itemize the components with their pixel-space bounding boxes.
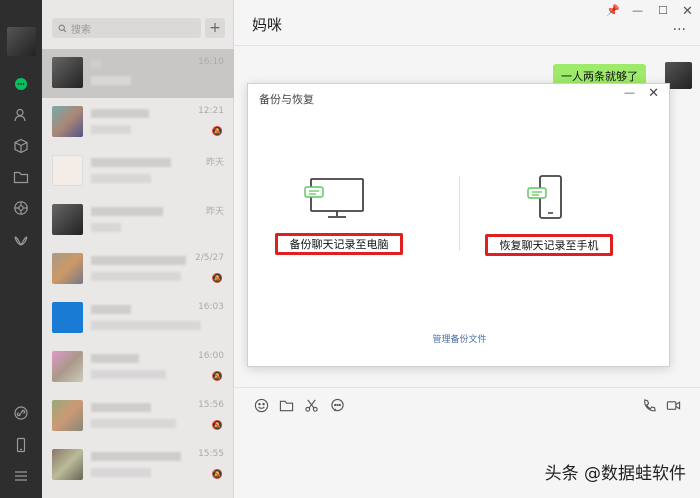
list-item[interactable]: 16:10 [42,49,234,98]
video-call-icon[interactable] [664,396,682,414]
voice-call-icon[interactable] [640,396,658,414]
avatar [52,351,83,382]
list-item[interactable]: 15:56 🔕 [42,392,234,441]
avatar [52,400,83,431]
list-item[interactable]: 昨天 [42,196,234,245]
chat-title: 妈咪 [252,16,283,34]
chat-icon[interactable] [0,73,42,95]
close-icon[interactable]: ✕ [682,4,693,19]
avatar [52,155,83,186]
chat-history-icon[interactable] [328,396,346,414]
nav-sidebar [0,0,42,498]
pin-icon[interactable]: 📌 [606,4,620,17]
message-preview-blurred [91,419,176,428]
contact-name-blurred [91,305,131,314]
watermark: 头条 @数据蛙软件 [544,464,686,484]
manage-backup-files-link[interactable]: 管理备份文件 [248,332,671,345]
message-preview-blurred [91,125,131,134]
more-icon[interactable]: ··· [673,22,686,38]
message-preview-blurred [91,223,121,232]
mute-icon: 🔕 [211,274,223,284]
collections-icon[interactable] [0,135,42,157]
mini-programs-icon[interactable] [0,230,42,252]
avatar [52,57,83,88]
search-input[interactable]: 搜索 [52,18,201,38]
message-preview-blurred [91,370,166,379]
message-preview-blurred [91,76,131,85]
restore-to-phone-button[interactable]: 恢复聊天记录至手机 [485,234,613,256]
avatar [52,302,83,333]
contact-name-blurred [91,60,101,69]
emoji-icon[interactable] [252,396,270,414]
contact-name-blurred [91,354,139,363]
file-icon[interactable] [277,396,295,414]
folder-icon[interactable] [0,166,42,188]
avatar [52,449,83,480]
mute-icon: 🔕 [211,372,223,382]
message-preview-blurred [91,468,151,477]
list-item[interactable]: 2/5/27 🔕 [42,245,234,294]
search-placeholder: 搜索 [71,24,91,36]
divider [459,176,460,251]
timestamp: 15:56 [198,400,224,410]
search-icon [58,24,67,32]
message-preview-blurred [91,174,151,183]
timestamp: 16:03 [198,302,224,312]
backup-restore-dialog: 备份与恢复 — ✕ 备份聊天记录至电脑 恢复聊天记录至手机 管理备份文件 [247,83,670,367]
contact-name-blurred [91,452,181,461]
list-item[interactable]: 16:03 [42,294,234,343]
contact-name-blurred [91,403,151,412]
contact-name-blurred [91,207,163,216]
list-item[interactable]: 昨天 [42,147,234,196]
list-item[interactable]: 15:55 🔕 [42,441,234,490]
timestamp: 16:10 [198,57,224,67]
moments-icon[interactable] [0,197,42,219]
user-avatar[interactable] [7,27,36,56]
backup-to-pc-button[interactable]: 备份聊天记录至电脑 [275,233,403,255]
minimize-icon[interactable]: — [632,4,643,17]
contacts-icon[interactable] [0,104,42,126]
link-icon[interactable] [0,402,42,424]
mute-icon: 🔕 [211,127,223,137]
message-preview-blurred [91,272,181,281]
close-icon[interactable]: ✕ [648,86,659,101]
timestamp: 昨天 [205,158,224,168]
contact-name-blurred [91,109,149,118]
avatar [52,204,83,235]
timestamp: 昨天 [205,207,224,217]
minimize-icon[interactable]: — [624,86,635,99]
screenshot-icon[interactable] [302,396,320,414]
contact-name-blurred [91,158,171,167]
phone-icon[interactable] [0,434,42,456]
timestamp: 16:00 [198,351,224,361]
avatar [52,106,83,137]
dialog-title: 备份与恢复 [259,93,314,106]
timestamp: 2/5/27 [195,253,224,263]
list-item[interactable]: 16:00 🔕 [42,343,234,392]
timestamp: 15:55 [198,449,224,459]
avatar [52,253,83,284]
mobile-phone-icon[interactable] [525,174,565,222]
message-preview-blurred [91,321,201,330]
computer-icon[interactable] [302,177,368,219]
chat-header: 妈咪 📌 — ☐ ✕ ··· [234,0,700,46]
contact-name-blurred [91,256,186,265]
mute-icon: 🔕 [211,421,223,431]
list-item[interactable]: 12:21 🔕 [42,98,234,147]
maximize-icon[interactable]: ☐ [658,4,668,17]
timestamp: 12:21 [198,106,224,116]
add-button[interactable]: + [205,18,225,38]
menu-icon[interactable] [0,465,42,487]
mute-icon: 🔕 [211,470,223,480]
chat-list: 搜索 + 16:10 12:21 🔕 昨天 昨天 2/5/27 🔕 16:03 … [42,0,234,498]
